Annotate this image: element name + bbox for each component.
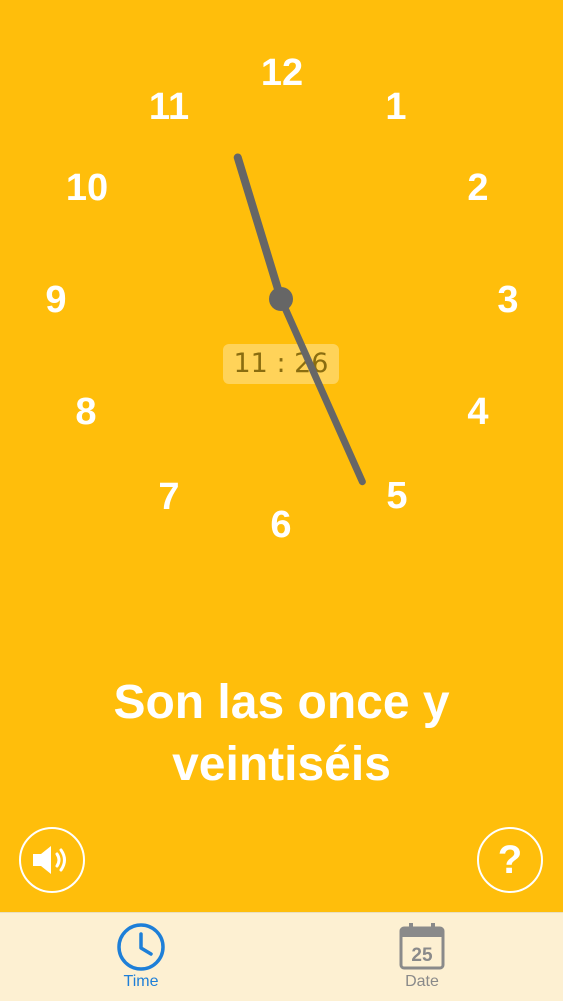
speak-button[interactable] <box>19 827 85 893</box>
tab-time[interactable]: Time <box>71 913 211 1001</box>
time-sentence: Son las once y veintiséis <box>0 672 563 796</box>
help-button[interactable]: ? <box>477 827 543 893</box>
clock-icon <box>117 923 165 971</box>
time-sentence-line-1: Son las once y <box>113 676 450 729</box>
analog-clock: 12 1 2 3 4 5 6 7 8 9 10 11 11 : 26 <box>0 0 563 600</box>
tab-time-label: Time <box>123 973 159 990</box>
tab-bar: Time 25 Date <box>0 912 563 1001</box>
calendar-day-number: 25 <box>411 945 433 966</box>
tab-date-label: Date <box>405 973 439 990</box>
speaker-icon <box>33 846 66 874</box>
tab-date[interactable]: 25 Date <box>352 913 492 1001</box>
minute-hand <box>277 295 366 486</box>
clock-center-pin <box>269 287 293 311</box>
help-icon: ? <box>497 837 523 882</box>
time-screen: 12 1 2 3 4 5 6 7 8 9 10 11 11 : 26 Son l… <box>0 0 563 1001</box>
clock-hands <box>233 153 366 486</box>
time-sentence-line-2: veintiséis <box>172 738 391 791</box>
hour-hand <box>233 153 285 303</box>
calendar-icon: 25 <box>399 923 445 970</box>
